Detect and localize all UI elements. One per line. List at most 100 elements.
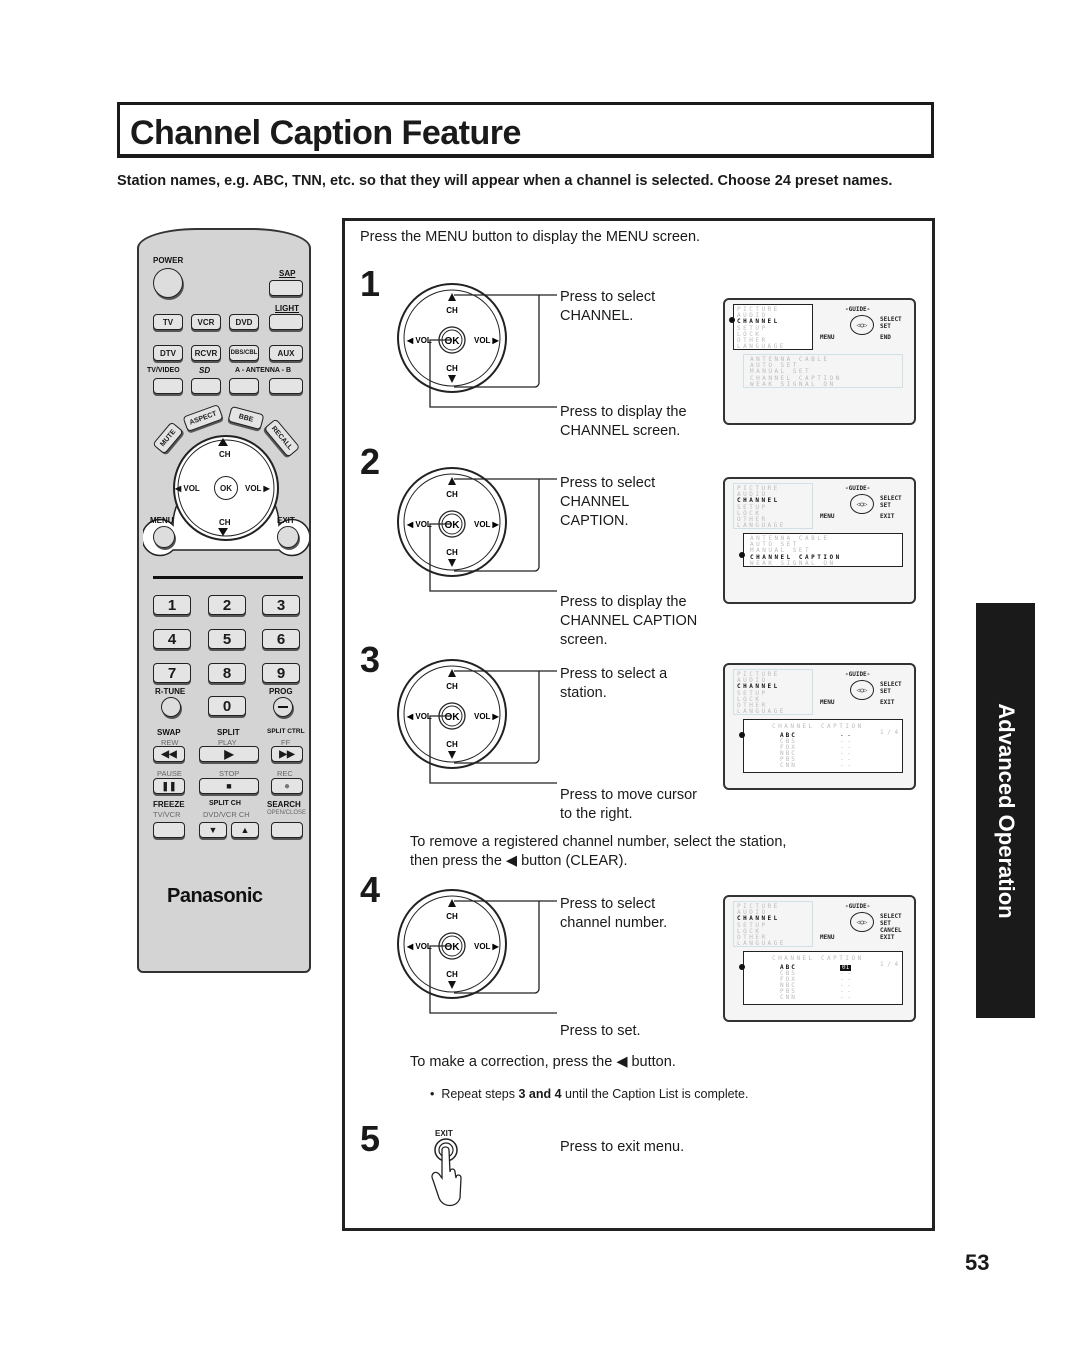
vcr-button[interactable]: VCR xyxy=(191,314,221,330)
brand-logo: Panasonic xyxy=(167,885,263,907)
svg-text:◀ VOL: ◀ VOL xyxy=(406,712,432,721)
rtune-label: R-TUNE xyxy=(155,687,186,696)
num-6-button[interactable]: 6 xyxy=(262,629,300,649)
step-2-bottom-line2: CHANNEL CAPTION xyxy=(560,613,698,629)
osd-channel-menu: PICTURE AUDIO CHANNEL SETUP LOCK OTHER LANGUAG… xyxy=(723,298,916,425)
antenna-a-button[interactable] xyxy=(229,378,259,394)
dpad-diagram: OK CH CH ◀ VOL VOL ▶ xyxy=(397,283,557,408)
menu-label: MENU xyxy=(150,516,174,525)
ff-button[interactable]: ▶▶ xyxy=(271,746,303,762)
step-1-top-line2: CHANNEL. xyxy=(560,308,634,324)
step-3-note-line1: To remove a registered channel number, s… xyxy=(410,834,787,850)
dvd-button[interactable]: DVD xyxy=(229,314,259,330)
svg-text:VOL ▶: VOL ▶ xyxy=(474,336,500,345)
light-button[interactable] xyxy=(269,314,303,330)
num-4-button[interactable]: 4 xyxy=(153,629,191,649)
divider xyxy=(153,576,303,579)
stop-button[interactable]: ■ xyxy=(199,778,259,794)
freeze-button[interactable] xyxy=(153,822,185,838)
minus-icon xyxy=(278,706,288,708)
step-2-top-line2: CHANNEL xyxy=(560,494,630,510)
cursor-dot xyxy=(739,552,745,558)
osd-caption-box: CHANNEL CAPTION 1 / 4 ABC CBS FOX NBC PBS CNN… xyxy=(743,719,903,773)
aux-button[interactable]: AUX xyxy=(269,345,303,361)
ch-down-icon[interactable] xyxy=(218,528,228,536)
svg-text:OK: OK xyxy=(445,712,461,723)
num-1-button[interactable]: 1 xyxy=(153,595,191,615)
power-label: POWER xyxy=(153,256,184,265)
ch-up-icon[interactable] xyxy=(218,438,228,446)
bbe-button[interactable]: BBE xyxy=(227,405,265,431)
tv-button[interactable]: TV xyxy=(153,314,183,330)
cursor-dot xyxy=(739,964,745,970)
menu-button[interactable] xyxy=(153,526,175,548)
vol-up-label[interactable]: VOL ▶ xyxy=(245,484,270,493)
num-9-button[interactable]: 9 xyxy=(262,663,300,683)
prog-button[interactable] xyxy=(273,697,293,717)
hand-press-icon xyxy=(431,1138,462,1207)
open-close-label: OPEN/CLOSE xyxy=(267,810,307,816)
vol-down-label[interactable]: ◀ VOL xyxy=(175,484,200,493)
exit-button[interactable] xyxy=(277,526,299,548)
num-7-button[interactable]: 7 xyxy=(153,663,191,683)
rec-label: REC xyxy=(277,769,293,778)
dbs-cbl-button[interactable]: DBS/CBL xyxy=(229,345,259,361)
osd-main-menu: PICTURE AUDIO CHANNEL SETUP LOCK OTHER LANGUAG… xyxy=(733,304,813,350)
sd-button[interactable] xyxy=(191,378,221,394)
step-3-top-line1: Press to select a xyxy=(560,666,668,682)
fast-forward-icon: ▶▶ xyxy=(279,748,295,760)
step-2-bottom-line1: Press to display the xyxy=(560,594,687,610)
page-title: Channel Caption Feature xyxy=(130,114,521,152)
osd-channel-submenu: ANTENNA CABLE AUTO SET MANUAL SET CHANNEL C… xyxy=(743,354,903,388)
power-button[interactable] xyxy=(153,268,183,298)
antenna-label: A - ANTENNA - B xyxy=(235,367,291,374)
osd-guide: -GUIDE- ◁○▷ SELECT SET MENU EXIT xyxy=(820,485,902,520)
page-number: 53 xyxy=(965,1250,990,1275)
svg-text:VOL ▶: VOL ▶ xyxy=(474,942,500,951)
num-0-button[interactable]: 0 xyxy=(208,696,246,716)
num-3-button[interactable]: 3 xyxy=(262,595,300,615)
svg-text:CH: CH xyxy=(446,548,458,557)
step-2-top-line1: Press to select xyxy=(560,475,656,491)
num-5-button[interactable]: 5 xyxy=(208,629,246,649)
play-button[interactable]: ▶ xyxy=(199,746,259,762)
rtune-button[interactable] xyxy=(161,697,181,717)
cursor-dot xyxy=(739,732,745,738)
step-2-bottom-line3: screen. xyxy=(560,632,608,648)
tv-video-button[interactable] xyxy=(153,378,183,394)
record-icon: ● xyxy=(283,780,291,792)
dtv-button[interactable]: DTV xyxy=(153,345,183,361)
rewind-icon: ◀◀ xyxy=(161,748,177,760)
rec-button[interactable]: ● xyxy=(271,778,303,794)
svg-text:CH: CH xyxy=(446,740,458,749)
split-label: SPLIT xyxy=(217,728,240,737)
antenna-b-button[interactable] xyxy=(269,378,303,394)
osd-caption-set: PICTURE AUDIO CHANNEL SETUP LOCK OTHER LANGUAG… xyxy=(723,895,916,1022)
step-2-top-line3: CAPTION. xyxy=(560,513,629,529)
svg-text:OK: OK xyxy=(445,336,461,347)
osd-caption-list: PICTURE AUDIO CHANNEL SETUP LOCK OTHER LANGUAG… xyxy=(723,663,916,790)
step-3-bottom-line1: Press to move cursor xyxy=(560,787,697,803)
num-8-button[interactable]: 8 xyxy=(208,663,246,683)
search-button[interactable] xyxy=(271,822,303,838)
dpad-diagram: OK CH CH ◀ VOL VOL ▶ xyxy=(397,467,557,592)
step-4-top-line1: Press to select xyxy=(560,896,656,912)
split-ch-down-button[interactable]: ▼ xyxy=(199,822,227,838)
ok-button[interactable]: OK xyxy=(214,476,238,500)
sd-card-icon: SD xyxy=(199,366,211,375)
sap-button[interactable] xyxy=(269,280,303,296)
split-ch-up-button[interactable]: ▲ xyxy=(231,822,259,838)
svg-text:VOL ▶: VOL ▶ xyxy=(474,712,500,721)
step-number: 4 xyxy=(360,869,381,910)
num-2-button[interactable]: 2 xyxy=(208,595,246,615)
aspect-button[interactable]: ASPECT xyxy=(182,403,224,433)
search-label: SEARCH xyxy=(267,800,301,809)
repeat-note: • Repeat steps 3 and 4 until the Caption… xyxy=(430,1087,749,1101)
rcvr-button[interactable]: RCVR xyxy=(191,345,221,361)
step-number: 5 xyxy=(360,1118,381,1159)
split-ch-label: SPLIT CH xyxy=(209,800,241,807)
rewind-button[interactable]: ◀◀ xyxy=(153,746,185,762)
step-5-text: Press to exit menu. xyxy=(560,1139,685,1155)
pause-button[interactable]: ❚❚ xyxy=(153,778,185,794)
tv-video-label: TV/VIDEO xyxy=(147,367,180,374)
